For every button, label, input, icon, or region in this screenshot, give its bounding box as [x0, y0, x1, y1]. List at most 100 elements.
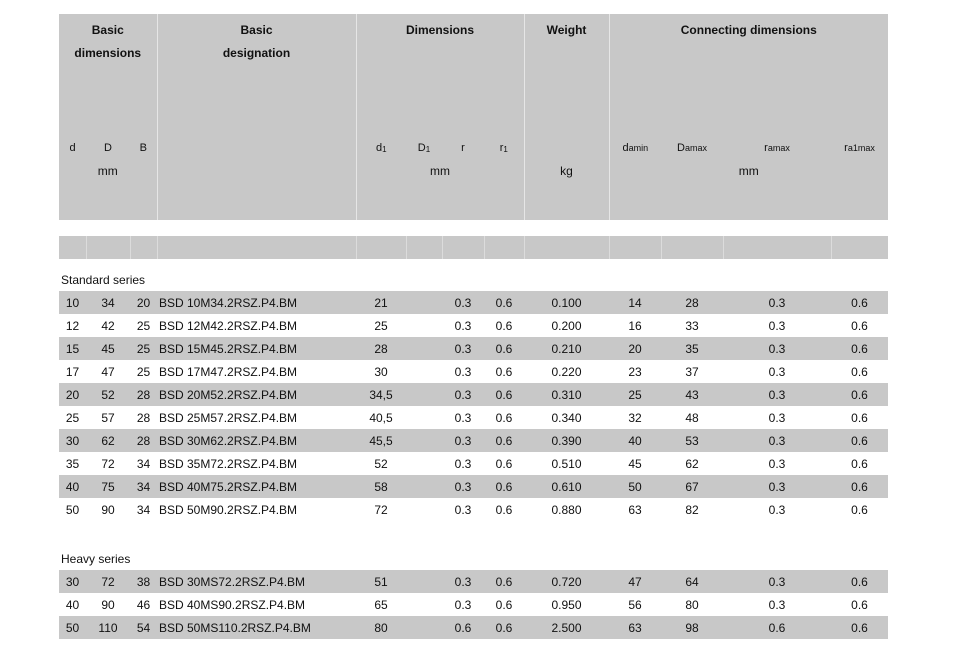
cell-designation: BSD 12M42.2RSZ.P4.BM: [159, 318, 298, 333]
cell-damin: 32: [628, 410, 642, 425]
cell-r1: 0.6: [495, 364, 513, 379]
cell-B: 25: [130, 337, 157, 360]
cell-ra1max: 0.6: [831, 383, 889, 406]
cell-B: 34: [130, 475, 157, 498]
cell-ramax: 0.3: [723, 570, 832, 593]
cell-designation: BSD 15M45.2RSZ.P4.BM: [157, 337, 356, 360]
cell-weight: 0.100: [524, 291, 610, 314]
cell-damin: 47: [609, 570, 662, 593]
cell-ra1max: 0.6: [831, 337, 889, 360]
cell-weight: 0.610: [524, 475, 610, 498]
cell-r: 0.3: [454, 597, 472, 612]
table-row: 10 34 20 BSD 10M34.2RSZ.P4.BM 21 0.3 0.6 0.100 1…: [59, 291, 889, 314]
cell-D1: [406, 452, 442, 475]
cell-weight: 0.510: [551, 456, 582, 471]
cell-r1: 0.6: [484, 616, 525, 639]
cell-r: 0.3: [454, 456, 472, 471]
cell-d: 12: [65, 318, 80, 333]
cell-D: 72: [101, 456, 115, 471]
cell-D: 34: [86, 291, 130, 314]
col-ramax: ramax: [723, 138, 832, 158]
col-r: r: [442, 138, 484, 158]
col-d: d: [59, 138, 86, 158]
table-row: 15 45 25 BSD 15M45.2RSZ.P4.BM 28 0.3 0.6 0.210 2…: [59, 337, 889, 360]
group-basic-designation-line1: Basic: [156, 14, 356, 46]
cell-ra1max: 0.6: [831, 475, 889, 498]
cell-d: 10: [59, 291, 86, 314]
cell-D1: [406, 570, 442, 593]
cell-Damax: 64: [661, 570, 724, 593]
cell-D1: [406, 616, 442, 639]
table-row: 50 90 34 BSD 50M90.2RSZ.P4.BM 72 0.3 0.6 0.880 6…: [59, 498, 888, 521]
cell-r: 0.3: [442, 337, 484, 360]
cell-D: 52: [86, 383, 130, 406]
group-basic-designation-line2: designation: [156, 46, 356, 60]
cell-d1: 65: [374, 597, 388, 612]
cell-weight: 0.340: [551, 410, 582, 425]
cell-D: 47: [101, 364, 115, 379]
cell-Damax: 35: [661, 337, 724, 360]
unit-weight: kg: [523, 158, 610, 184]
cell-ramax: 0.3: [768, 318, 786, 333]
unit-basic: mm: [59, 158, 157, 184]
cell-r1: 0.6: [484, 475, 525, 498]
cell-damin: 23: [628, 364, 642, 379]
table-body: [59, 220, 889, 269]
cell-D: 42: [101, 318, 115, 333]
cell-designation: BSD 40MS90.2RSZ.P4.BM: [159, 597, 306, 612]
cell-D: 110: [86, 616, 130, 639]
cell-r: 0.6: [442, 616, 484, 639]
cell-designation: BSD 30MS72.2RSZ.P4.BM: [157, 570, 356, 593]
cell-D1: [406, 291, 442, 314]
cell-d: 50: [59, 616, 86, 639]
cell-damin: 16: [628, 318, 642, 333]
col-D: D: [86, 138, 130, 158]
col-damin: damin: [608, 138, 662, 158]
cell-d1: 52: [374, 456, 388, 471]
cell-B: 38: [130, 570, 157, 593]
cell-ramax: 0.3: [768, 456, 786, 471]
cell-Damax: 53: [661, 429, 724, 452]
table-row: 30 72 38 BSD 30MS72.2RSZ.P4.BM 51 0.3 0.6 0.720…: [59, 570, 889, 593]
cell-r: 0.3: [454, 364, 472, 379]
cell-Damax: 67: [661, 475, 724, 498]
cell-d: 30: [59, 570, 86, 593]
table-row: 40 90 46 BSD 40MS90.2RSZ.P4.BM 65 0.3 0.6 0.950…: [59, 593, 888, 616]
cell-D1: [406, 593, 442, 616]
cell-r1: 0.6: [495, 410, 513, 425]
cell-B: 34: [136, 456, 151, 471]
cell-damin: 56: [628, 597, 642, 612]
cell-Damax: 80: [685, 597, 699, 612]
table-sections: Standard series 10 34 20 BSD 10M34.2RSZ.P4.B…: [59, 269, 889, 639]
cell-D: 90: [101, 502, 115, 517]
cell-r: 0.3: [442, 291, 484, 314]
cell-d1: 40,5: [369, 410, 393, 425]
group-basic-dimensions-line2: dimensions: [59, 46, 157, 60]
cell-r: 0.3: [442, 383, 484, 406]
cell-D: 57: [101, 410, 115, 425]
cell-d: 50: [65, 502, 80, 517]
cell-designation: BSD 25M57.2RSZ.P4.BM: [159, 410, 298, 425]
cell-r1: 0.6: [495, 502, 513, 517]
section-title: Heavy series: [61, 552, 131, 566]
cell-Damax: 43: [661, 383, 724, 406]
cell-d1: 21: [356, 291, 406, 314]
cell-d: 17: [65, 364, 80, 379]
cell-ra1max: 0.6: [851, 364, 868, 379]
cell-damin: 14: [609, 291, 662, 314]
unit-dimensions: mm: [355, 158, 525, 184]
cell-r1: 0.6: [495, 456, 513, 471]
cell-d: 40: [59, 475, 86, 498]
cell-r1: 0.6: [484, 291, 525, 314]
col-Damax: Damax: [661, 138, 724, 158]
cell-r1: 0.6: [484, 429, 525, 452]
cell-weight: 2.500: [524, 616, 610, 639]
cell-d: 15: [59, 337, 86, 360]
cell-r: 0.3: [442, 429, 484, 452]
cell-D1: [406, 475, 442, 498]
cell-d1: 58: [356, 475, 406, 498]
cell-weight: 0.310: [524, 383, 610, 406]
cell-B: 28: [130, 429, 157, 452]
cell-D: 72: [86, 570, 130, 593]
group-connecting-dimensions: Connecting dimensions: [608, 14, 889, 46]
